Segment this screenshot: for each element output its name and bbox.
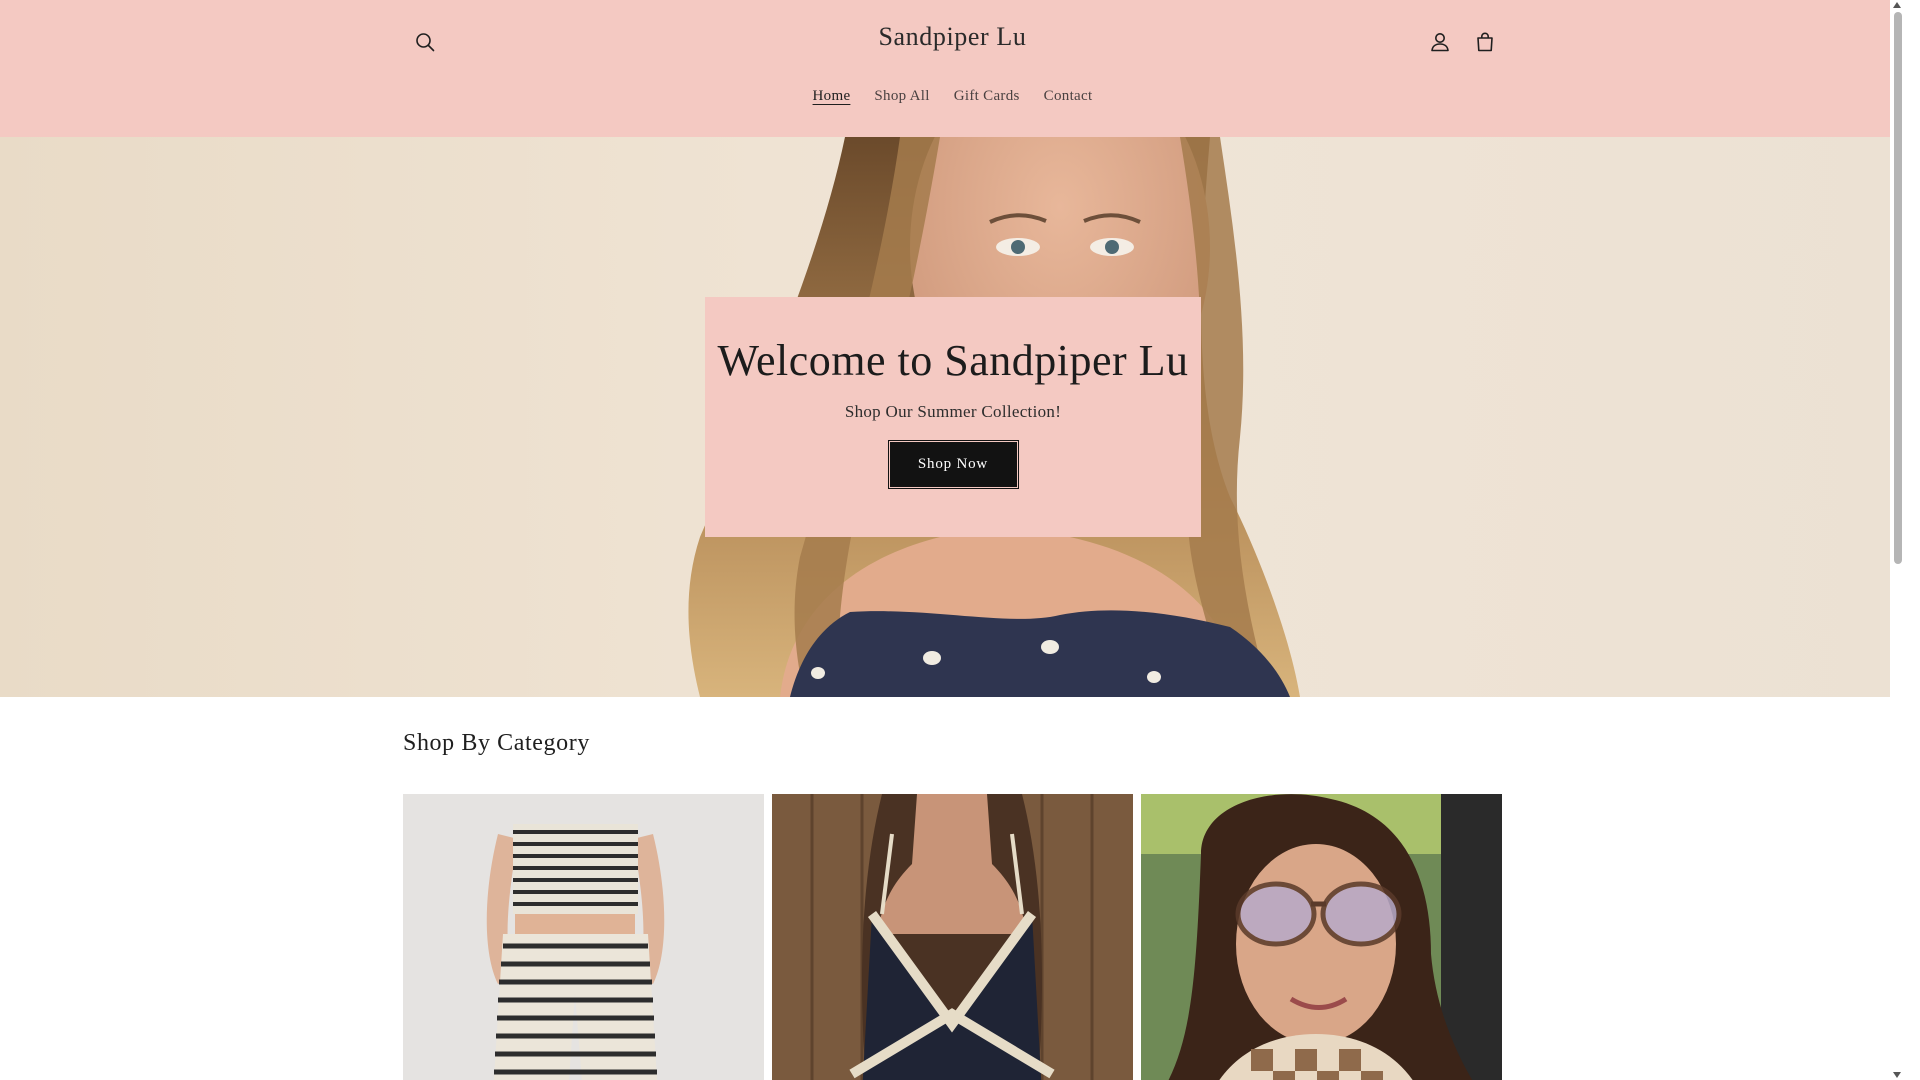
category-image-1 [403, 794, 764, 1080]
hero-card: Welcome to Sandpiper Lu Shop Our Summer … [705, 297, 1201, 537]
nav-item-contact[interactable]: Contact [1032, 84, 1105, 109]
category-card-1[interactable] [403, 794, 764, 1080]
nav-item-home[interactable]: Home [801, 84, 863, 109]
category-card-3[interactable] [1141, 794, 1502, 1080]
cart-button[interactable] [1463, 20, 1507, 64]
category-image-3 [1141, 794, 1502, 1080]
site-header: Sandpiper Lu Home Shop All Gift Cards Co… [0, 0, 1905, 137]
hero-title: Welcome to Sandpiper Lu [717, 336, 1189, 385]
scrollbar[interactable] [1890, 0, 1905, 1080]
category-image-2 [772, 794, 1133, 1080]
page: Sandpiper Lu Home Shop All Gift Cards Co… [0, 0, 1905, 1080]
cart-icon [1477, 32, 1493, 52]
account-icon [1431, 33, 1449, 52]
main-nav: Home Shop All Gift Cards Contact [0, 84, 1905, 109]
scroll-down-arrow-icon[interactable] [1893, 1072, 1901, 1078]
category-card-2[interactable] [772, 794, 1133, 1080]
hero-subtitle: Shop Our Summer Collection! [844, 402, 1062, 421]
section-title-shop-by-category: Shop By Category [403, 730, 590, 756]
account-button[interactable] [1418, 20, 1462, 64]
scrollbar-thumb[interactable] [1894, 12, 1902, 564]
brand-logo[interactable]: Sandpiper Lu [878, 22, 1026, 51]
hero-banner: Welcome to Sandpiper Lu Shop Our Summer … [0, 137, 1905, 697]
scroll-up-arrow-icon[interactable] [1893, 2, 1901, 8]
shop-now-button[interactable]: Shop Now [887, 440, 1019, 489]
nav-item-shop-all[interactable]: Shop All [862, 84, 941, 109]
nav-item-gift-cards[interactable]: Gift Cards [942, 84, 1032, 109]
brand-logo-wrap: Sandpiper Lu [0, 22, 1905, 52]
